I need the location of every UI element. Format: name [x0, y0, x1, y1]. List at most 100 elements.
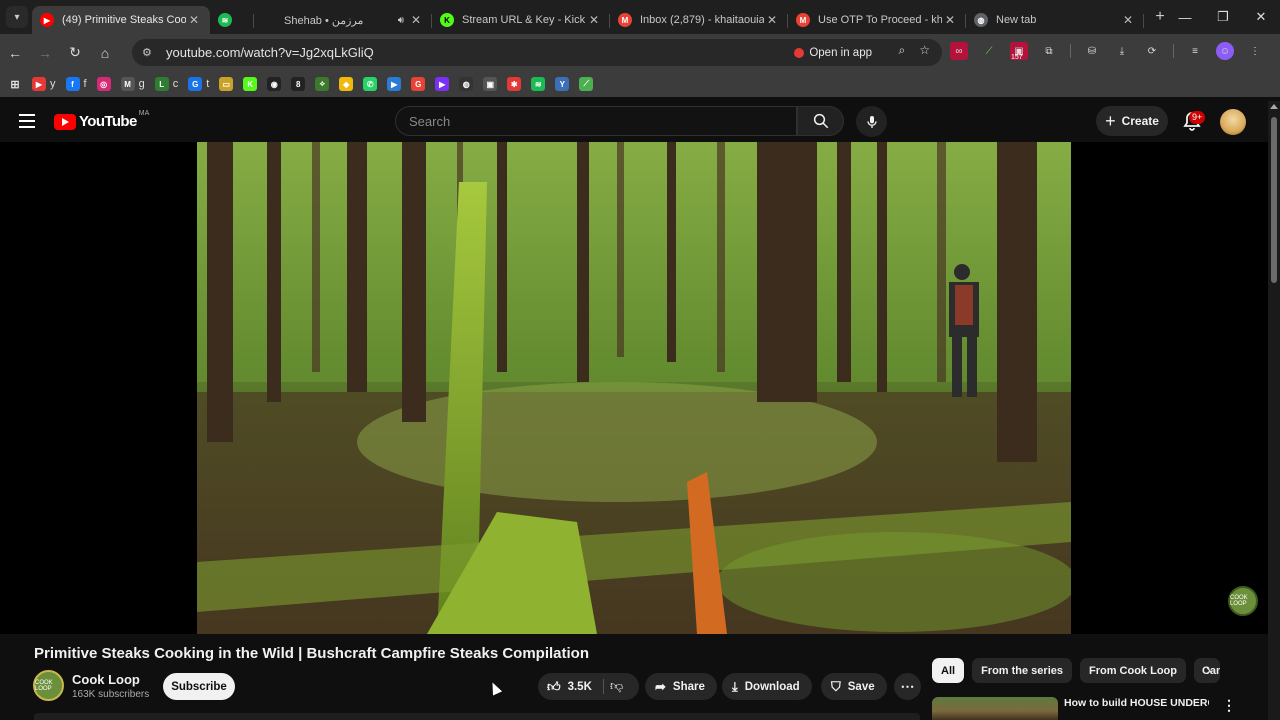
- dislike-button[interactable]: 👎︎: [610, 678, 623, 694]
- browser-menu-icon[interactable]: ⋮: [1246, 42, 1264, 60]
- bookmark-item[interactable]: G: [411, 77, 426, 91]
- bookmark-item[interactable]: ◆: [339, 77, 354, 91]
- browser-tab[interactable]: ≋: [210, 6, 254, 34]
- recommendation-thumbnail[interactable]: [932, 697, 1058, 720]
- more-actions-button[interactable]: ⋯: [894, 673, 921, 700]
- search-button[interactable]: [797, 106, 844, 136]
- browser-tab[interactable]: M Inbox (2,879) - khaitaouian ✕: [610, 6, 788, 34]
- bookmark-item[interactable]: Y: [555, 77, 570, 91]
- apps-grid-icon[interactable]: ⊞: [8, 77, 22, 91]
- bookmark-item[interactable]: ◎: [96, 77, 111, 91]
- close-tab-icon[interactable]: ✕: [1120, 13, 1136, 27]
- scrollbar-thumb[interactable]: [1271, 117, 1277, 283]
- save-button[interactable]: ⛉ Save: [821, 673, 887, 700]
- bookmark-item[interactable]: ✱: [507, 77, 522, 91]
- bookmark-item[interactable]: ≋: [531, 77, 546, 91]
- chips-next-arrow-icon[interactable]: ›: [1206, 662, 1211, 680]
- bookmark-item[interactable]: ◍: [459, 77, 474, 91]
- search-input[interactable]: Search: [395, 106, 797, 136]
- bookmark-item[interactable]: Mg: [120, 77, 145, 91]
- video-scene-image: [197, 142, 1071, 634]
- bookmark-item[interactable]: ◉: [267, 77, 282, 91]
- browser-tab[interactable]: M Use OTP To Proceed - khai ✕: [788, 6, 966, 34]
- channel-name[interactable]: Cook Loop: [72, 672, 140, 687]
- speaker-icon[interactable]: 🔊︎: [398, 15, 404, 26]
- open-in-app-button[interactable]: Open in app: [794, 43, 872, 62]
- home-button[interactable]: ⌂: [90, 45, 120, 61]
- download-icon[interactable]: ⤓: [1113, 42, 1131, 60]
- profile-switch-icon[interactable]: ⛁: [1083, 42, 1101, 60]
- recommendation-menu-icon[interactable]: ⋮: [1222, 697, 1236, 714]
- tab-title: Use OTP To Proceed - khai: [818, 14, 942, 26]
- browser-tab[interactable]: ◍ New tab ✕: [966, 6, 1144, 34]
- scroll-up-arrow-icon[interactable]: [1270, 104, 1278, 109]
- bookmark-item[interactable]: ▭: [219, 77, 234, 91]
- description-box[interactable]: [34, 713, 920, 720]
- extension-badge-icon[interactable]: ▣ 157: [1010, 42, 1028, 61]
- video-frame-forest[interactable]: [197, 142, 1071, 634]
- like-dislike-group: 👍︎ 3.5K 👎︎: [538, 673, 639, 700]
- voice-search-button[interactable]: [856, 106, 887, 137]
- forward-button[interactable]: →: [30, 45, 60, 61]
- bookmark-item[interactable]: ff: [65, 77, 87, 91]
- site-info-icon[interactable]: ⚙: [142, 46, 156, 59]
- bookmark-item[interactable]: K: [243, 77, 258, 91]
- close-tab-icon[interactable]: ✕: [586, 13, 602, 27]
- download-button[interactable]: ⤓ Download: [722, 673, 812, 700]
- bookmark-item[interactable]: ▶ y: [32, 77, 56, 91]
- bookmark-item[interactable]: Gt: [188, 77, 209, 91]
- download-icon: ⤓: [732, 678, 738, 694]
- bookmark-item[interactable]: 8: [291, 77, 306, 91]
- country-code: MA: [138, 110, 150, 117]
- browser-tab[interactable]: Shehab • مرزمن 🔊︎ ✕: [254, 6, 432, 34]
- bookmark-favicon-icon: ▶: [387, 77, 402, 91]
- reading-list-icon[interactable]: ≡: [1186, 42, 1204, 60]
- bookmark-item[interactable]: Lc: [154, 77, 178, 91]
- bookmark-item[interactable]: ⟡: [315, 77, 330, 91]
- back-button[interactable]: ←: [0, 45, 30, 61]
- youtube-logo[interactable]: YouTube MA: [54, 110, 150, 130]
- close-tab-icon[interactable]: ✕: [942, 13, 958, 27]
- close-tab-icon[interactable]: ✕: [764, 13, 780, 27]
- bookmark-item[interactable]: ▶: [387, 77, 402, 91]
- like-button[interactable]: 👍︎ 3.5K: [538, 673, 603, 700]
- bookmark-star-icon[interactable]: ☆: [919, 43, 930, 58]
- browser-tab[interactable]: K Stream URL & Key - Kick D ✕: [432, 6, 610, 34]
- bookmark-item[interactable]: ▣: [483, 77, 498, 91]
- account-avatar[interactable]: [1220, 109, 1246, 135]
- bookmark-item[interactable]: ⟋: [579, 77, 594, 91]
- extensions-puzzle-icon[interactable]: ⧉: [1040, 42, 1058, 60]
- separator: [1173, 44, 1174, 58]
- page-scrollbar[interactable]: [1268, 101, 1280, 720]
- menu-icon[interactable]: [19, 114, 35, 132]
- create-button[interactable]: + Create: [1096, 106, 1168, 136]
- maximize-button[interactable]: ❐: [1204, 9, 1242, 25]
- extension-red-icon[interactable]: ∞: [950, 42, 968, 60]
- tab-sync-icon[interactable]: ⟳: [1143, 42, 1161, 60]
- browser-tab[interactable]: ▶ (49) Primitive Steaks Cooki ✕: [32, 6, 210, 34]
- filter-chip[interactable]: All: [932, 658, 965, 683]
- video-player[interactable]: COOK LOOP: [0, 142, 1268, 634]
- channel-avatar[interactable]: COOK LOOP: [33, 670, 64, 701]
- bookmark-favicon-icon: ▶: [32, 77, 46, 91]
- close-tab-icon[interactable]: ✕: [408, 13, 424, 27]
- bookmark-item[interactable]: ✆: [363, 77, 378, 91]
- share-button[interactable]: ➦ Share: [645, 673, 717, 700]
- tab-search-button[interactable]: ▾: [6, 6, 28, 28]
- extension-chart-icon[interactable]: ⟋: [980, 42, 998, 60]
- search-placeholder: Search: [409, 113, 451, 129]
- address-bar[interactable]: ⚙ youtube.com/watch?v=Jg2xqLkGliQ Open i…: [132, 39, 942, 66]
- subscribe-button[interactable]: Subscribe: [163, 673, 235, 700]
- filter-chip[interactable]: From Cook Loop: [1079, 658, 1186, 683]
- bookmark-item[interactable]: ▶: [435, 77, 450, 91]
- reload-button[interactable]: ↻: [60, 44, 90, 61]
- close-tab-icon[interactable]: ✕: [186, 13, 202, 27]
- close-window-button[interactable]: ✕: [1242, 9, 1280, 25]
- filter-chip[interactable]: From the series: [972, 658, 1072, 683]
- channel-watermark[interactable]: COOK LOOP: [1228, 586, 1258, 616]
- recommendation-title[interactable]: How to build HOUSE UNDERGROUND from STAR…: [1064, 697, 1209, 710]
- more-horizontal-icon: ⋯: [900, 678, 915, 694]
- minimize-button[interactable]: —: [1166, 10, 1204, 25]
- profile-avatar-icon[interactable]: ☺: [1216, 42, 1234, 60]
- zoom-icon[interactable]: ⌕: [899, 43, 906, 58]
